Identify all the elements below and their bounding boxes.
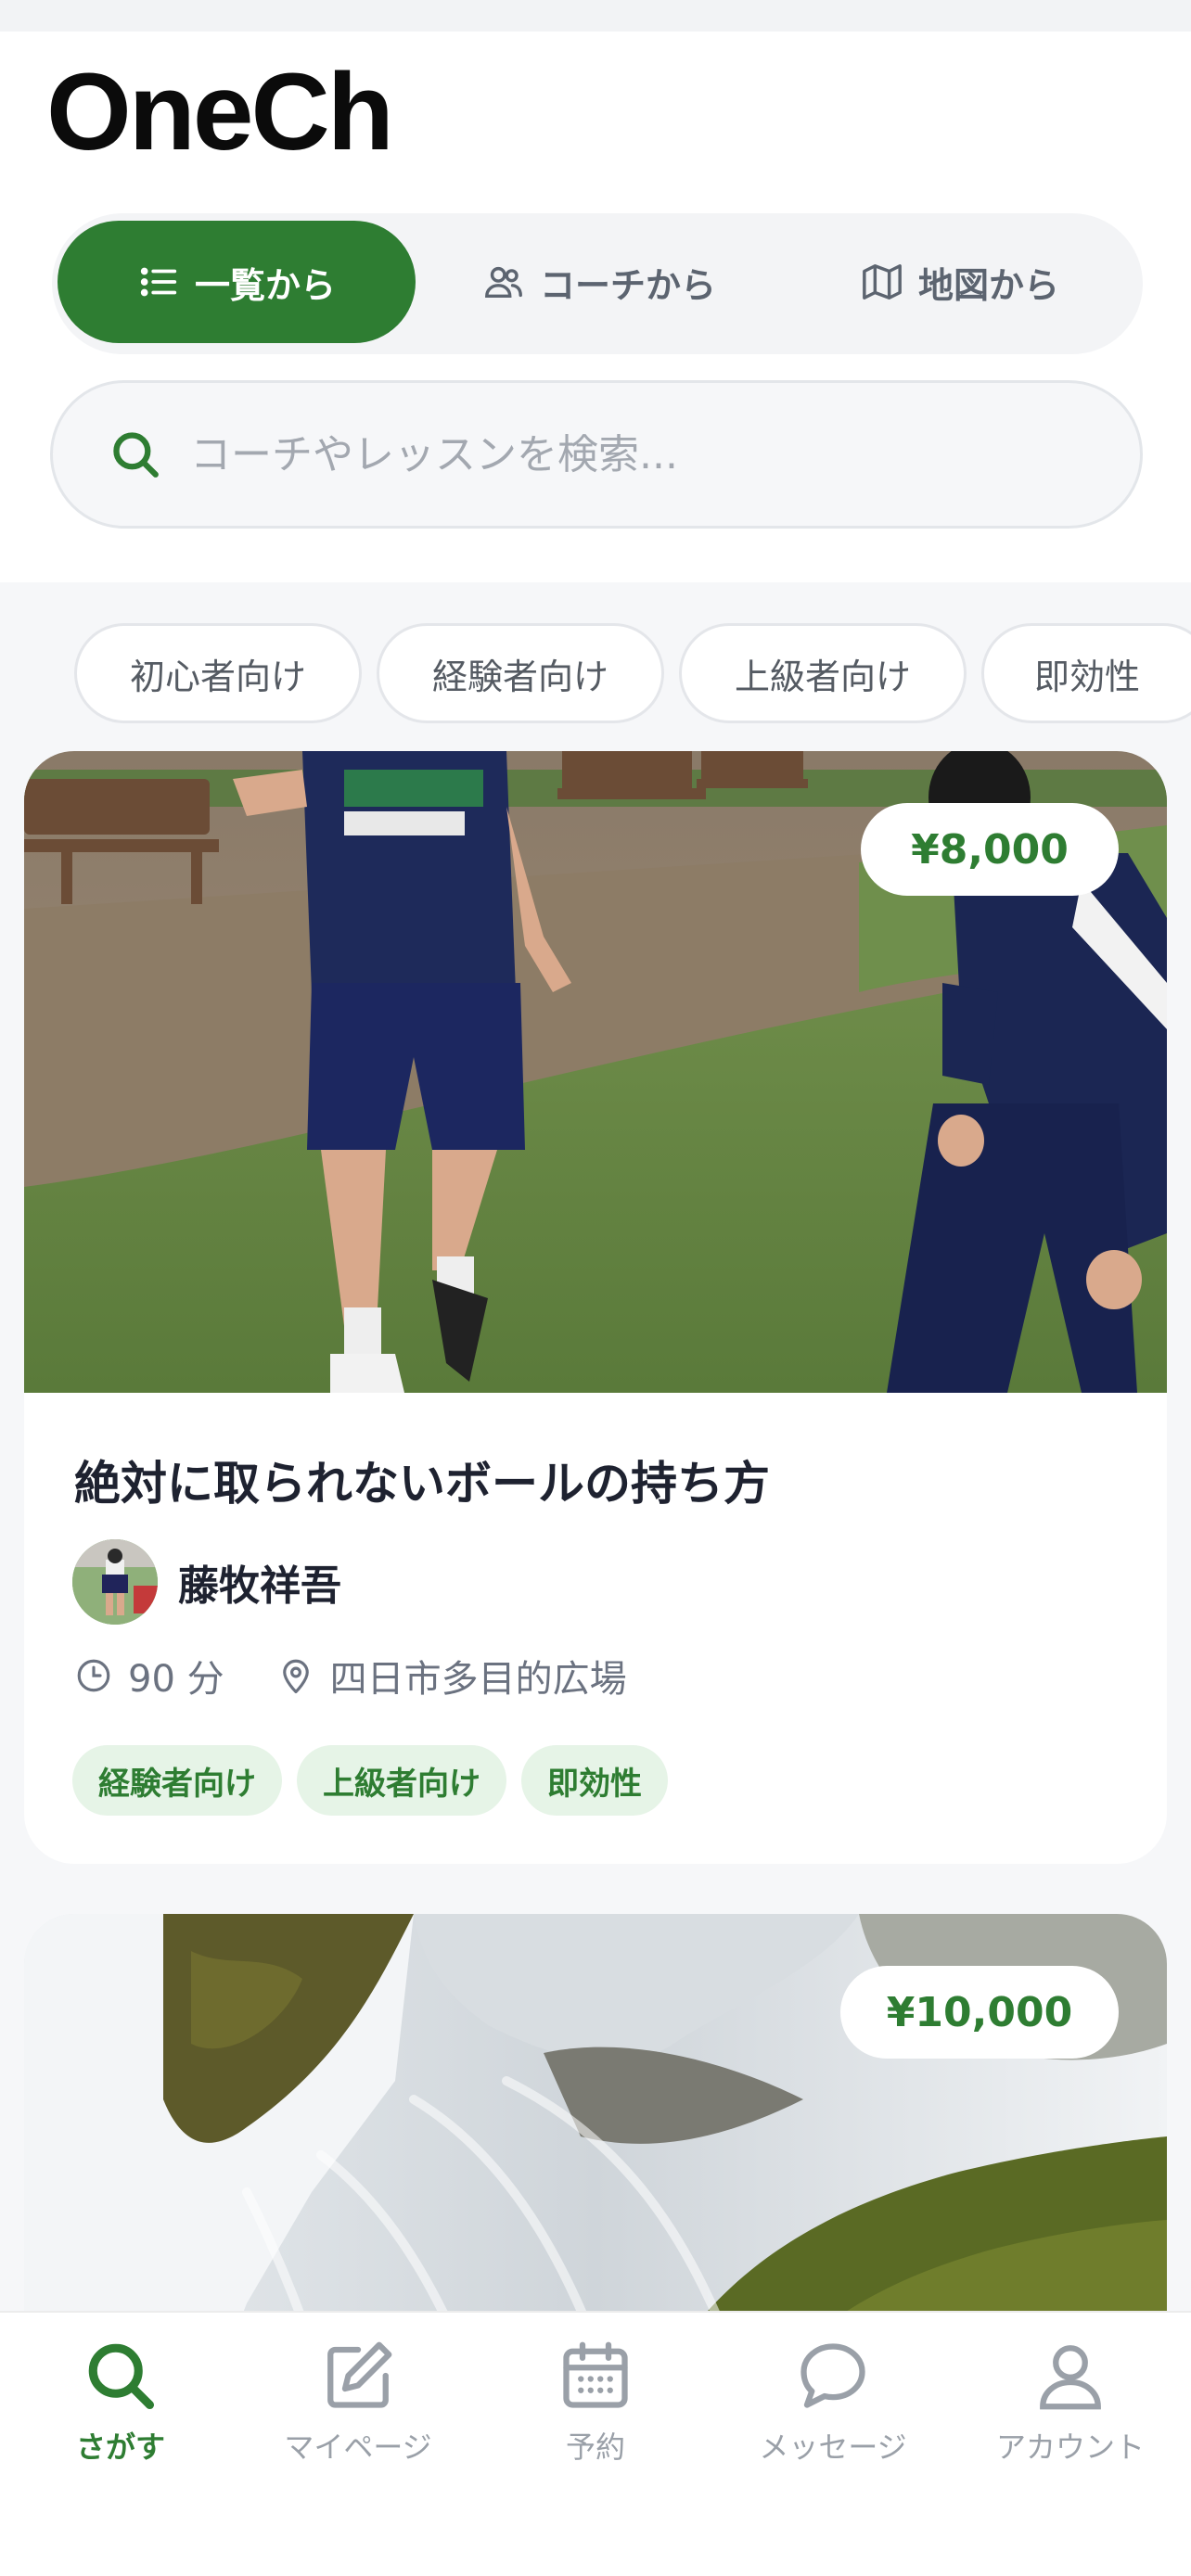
- view-mode-tabs: 一覧から コーチから 地図から: [52, 213, 1143, 354]
- map-icon: [863, 264, 902, 300]
- bottom-tab-bar: さがす マイページ 予約 メッセージ アカウント: [0, 2311, 1191, 2576]
- coach-info[interactable]: 藤牧祥吾: [72, 1539, 341, 1625]
- users-icon: [485, 266, 522, 299]
- location-text: 四日市多目的広場: [329, 1658, 627, 1701]
- chip-beginner[interactable]: 初心者向け: [74, 623, 362, 723]
- nav-mypage[interactable]: マイページ: [256, 2337, 460, 2485]
- map-pin-icon: [282, 1659, 309, 1694]
- app-logo: OneCh: [46, 51, 394, 173]
- tag-advanced: 上級者向け: [297, 1745, 506, 1816]
- list-icon: [140, 267, 177, 297]
- tag-quick-effect: 即効性: [521, 1745, 668, 1816]
- lesson-meta: 90 分 四日市多目的広場: [74, 1649, 679, 1702]
- price-badge: ¥8,000: [861, 803, 1119, 896]
- tab-list[interactable]: 一覧から: [58, 221, 416, 343]
- duration: 90 分: [74, 1649, 224, 1702]
- lesson-tags: 経験者向け 上級者向け 即効性: [72, 1745, 668, 1816]
- avatar: [72, 1539, 158, 1625]
- tab-list-label: 一覧から: [194, 264, 336, 306]
- edit-icon: [327, 2341, 392, 2408]
- coach-name: 藤牧祥吾: [178, 1562, 341, 1610]
- location: 四日市多目的広場: [276, 1649, 627, 1702]
- search-bar[interactable]: [50, 380, 1143, 529]
- tab-map[interactable]: 地図から: [783, 221, 1137, 343]
- header: OneCh 一覧から コーチから 地図から: [0, 32, 1191, 582]
- duration-text: 90 分: [128, 1658, 224, 1701]
- nav-messages[interactable]: メッセージ: [731, 2337, 935, 2485]
- nav-mypage-label: マイページ: [284, 2429, 432, 2465]
- lesson-title: 絶対に取られないボールの持ち方: [74, 1457, 770, 1511]
- calendar-icon: [563, 2341, 628, 2408]
- nav-account-label: アカウント: [995, 2429, 1145, 2465]
- tab-coach-label: コーチから: [539, 264, 716, 306]
- nav-account[interactable]: アカウント: [968, 2337, 1172, 2485]
- search-icon: [88, 2343, 155, 2410]
- nav-messages-label: メッセージ: [759, 2429, 907, 2465]
- search-input[interactable]: [190, 420, 1081, 489]
- chip-quick-effect[interactable]: 即効性: [981, 623, 1191, 723]
- nav-search[interactable]: さがす: [19, 2337, 223, 2485]
- chip-experienced[interactable]: 経験者向け: [377, 623, 664, 723]
- clock-icon: [77, 1659, 110, 1692]
- nav-reservation-label: 予約: [565, 2429, 625, 2465]
- tab-map-label: 地図から: [917, 264, 1059, 306]
- tag-experienced: 経験者向け: [72, 1745, 282, 1816]
- price-badge: ¥10,000: [840, 1966, 1119, 2059]
- filter-chips: 初心者向け 経験者向け 上級者向け 即効性: [0, 619, 1191, 729]
- tab-coach[interactable]: コーチから: [423, 221, 775, 343]
- lesson-card[interactable]: ¥8,000 絶対に取られないボールの持ち方 藤牧祥吾 90 分 四日市多目的広…: [24, 751, 1167, 1864]
- message-icon: [800, 2343, 865, 2408]
- nav-reservation[interactable]: 予約: [493, 2337, 698, 2485]
- chip-advanced[interactable]: 上級者向け: [679, 623, 967, 723]
- status-bar: [0, 0, 1191, 32]
- nav-search-label: さがす: [75, 2429, 165, 2465]
- search-icon: [113, 432, 159, 478]
- person-icon: [1040, 2345, 1101, 2410]
